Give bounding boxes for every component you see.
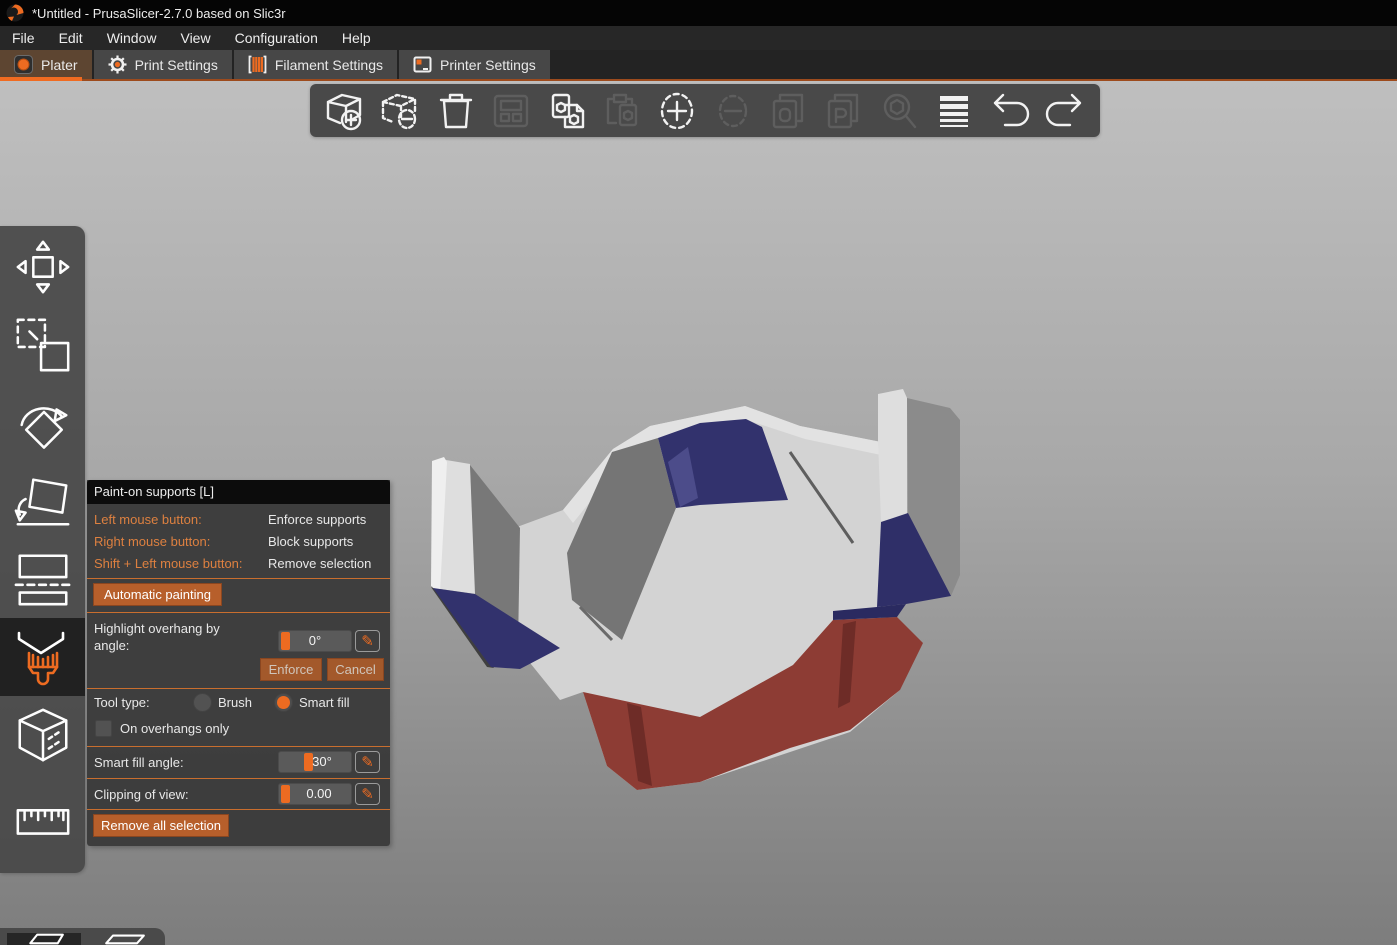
shortcut-left-mouse-action: Enforce supports bbox=[268, 512, 367, 527]
menu-view[interactable]: View bbox=[168, 26, 222, 50]
menu-window[interactable]: Window bbox=[95, 26, 169, 50]
scale-tool-button[interactable] bbox=[0, 306, 85, 384]
3d-viewport[interactable]: Paint-on supports [L] Left mouse button:… bbox=[0, 81, 1397, 945]
copy-button[interactable] bbox=[542, 87, 592, 135]
clipping-of-view-slider[interactable]: 0.00 bbox=[278, 783, 352, 805]
brush-radio[interactable] bbox=[193, 693, 212, 712]
prusaslicer-window: *Untitled - PrusaSlicer-2.7.0 based on S… bbox=[0, 0, 1397, 945]
tab-filament-settings[interactable]: Filament Settings bbox=[233, 50, 398, 79]
menu-bar: File Edit Window View Configuration Help bbox=[0, 26, 1397, 50]
highlight-overhang-slider[interactable]: 0° bbox=[278, 630, 352, 652]
menu-configuration[interactable]: Configuration bbox=[223, 26, 330, 50]
place-on-face-tool-button[interactable] bbox=[0, 462, 85, 540]
prusaslicer-logo-icon bbox=[6, 4, 24, 22]
shortcut-right-mouse-action: Block supports bbox=[268, 534, 354, 549]
separator bbox=[87, 578, 390, 579]
smart-fill-angle-label: Smart fill angle: bbox=[94, 755, 184, 770]
cancel-button[interactable]: Cancel bbox=[327, 658, 384, 681]
clipping-edit-button[interactable]: ✎ bbox=[355, 783, 380, 805]
3d-editor-view-button[interactable] bbox=[7, 933, 81, 945]
remove-instance-button[interactable] bbox=[708, 87, 758, 135]
window-title: *Untitled - PrusaSlicer-2.7.0 based on S… bbox=[32, 5, 286, 21]
separator bbox=[87, 612, 390, 613]
object-toolbar bbox=[310, 84, 1100, 137]
separator bbox=[87, 746, 390, 747]
tab-filament-settings-label: Filament Settings bbox=[274, 56, 384, 73]
highlight-edit-button[interactable]: ✎ bbox=[355, 630, 380, 652]
plater-icon bbox=[14, 55, 33, 74]
printer-settings-icon bbox=[413, 56, 432, 73]
preview-button[interactable] bbox=[88, 933, 162, 945]
tab-plater[interactable]: Plater bbox=[0, 50, 92, 79]
gizmo-toolbar bbox=[0, 226, 85, 873]
panel-title: Paint-on supports [L] bbox=[87, 480, 390, 504]
menu-help[interactable]: Help bbox=[330, 26, 383, 50]
menu-edit[interactable]: Edit bbox=[47, 26, 95, 50]
settings-tab-bar: Plater Print Settings Filament Settings … bbox=[0, 50, 1397, 79]
clipping-of-view-label: Clipping of view: bbox=[94, 787, 189, 802]
filament-settings-icon bbox=[248, 55, 267, 74]
highlight-overhang-value: 0° bbox=[308, 633, 322, 648]
brush-radio-label: Brush bbox=[218, 695, 252, 710]
tabbar-accent-line bbox=[0, 79, 1397, 81]
clipping-of-view-value: 0.00 bbox=[306, 786, 332, 801]
redo-button[interactable] bbox=[1040, 87, 1090, 135]
move-tool-button[interactable] bbox=[0, 228, 85, 306]
view-mode-toolbar bbox=[0, 928, 165, 945]
preview-icon bbox=[105, 934, 145, 945]
tab-plater-label: Plater bbox=[41, 56, 78, 73]
rotate-tool-button[interactable] bbox=[0, 384, 85, 462]
split-to-parts-button[interactable] bbox=[818, 87, 868, 135]
pencil-icon: ✎ bbox=[361, 754, 374, 771]
cut-tool-button[interactable] bbox=[0, 540, 85, 618]
separator bbox=[87, 688, 390, 689]
tab-print-settings-label: Print Settings bbox=[134, 56, 218, 73]
shortcut-shift-left-mouse-action: Remove selection bbox=[268, 556, 372, 571]
on-overhangs-only-label: On overhangs only bbox=[120, 721, 230, 736]
on-overhangs-only-checkbox[interactable] bbox=[95, 720, 112, 737]
automatic-painting-button[interactable]: Automatic painting bbox=[93, 583, 222, 606]
smart-fill-angle-value: 30° bbox=[312, 754, 332, 769]
pencil-icon: ✎ bbox=[361, 786, 374, 803]
smart-fill-angle-edit-button[interactable]: ✎ bbox=[355, 751, 380, 773]
menu-file[interactable]: File bbox=[0, 26, 47, 50]
add-instance-button[interactable] bbox=[652, 87, 702, 135]
separator bbox=[87, 809, 390, 810]
remove-all-selection-button[interactable]: Remove all selection bbox=[93, 814, 229, 837]
shortcut-shift-left-mouse-label: Shift + Left mouse button: bbox=[94, 556, 243, 571]
paste-button[interactable] bbox=[597, 87, 647, 135]
active-tab-underline bbox=[0, 77, 82, 81]
paint-on-supports-tool-button[interactable] bbox=[0, 618, 85, 696]
tab-print-settings[interactable]: Print Settings bbox=[93, 50, 232, 79]
tab-printer-settings[interactable]: Printer Settings bbox=[399, 50, 550, 79]
search-button[interactable] bbox=[874, 87, 924, 135]
model-3d[interactable] bbox=[415, 375, 980, 790]
highlight-overhang-label: Highlight overhang by angle: bbox=[94, 621, 220, 653]
delete-all-button[interactable] bbox=[431, 87, 481, 135]
tab-printer-settings-label: Printer Settings bbox=[440, 56, 536, 73]
print-settings-gear-icon bbox=[108, 55, 127, 74]
split-to-objects-button[interactable] bbox=[763, 87, 813, 135]
enforce-button[interactable]: Enforce bbox=[260, 658, 322, 681]
delete-model-button[interactable] bbox=[375, 87, 425, 135]
smart-fill-angle-slider[interactable]: 30° bbox=[278, 751, 352, 773]
undo-button[interactable] bbox=[985, 87, 1035, 135]
seam-painting-tool-button[interactable] bbox=[0, 696, 85, 774]
title-bar: *Untitled - PrusaSlicer-2.7.0 based on S… bbox=[0, 0, 1397, 26]
shortcut-left-mouse-label: Left mouse button: bbox=[94, 512, 202, 527]
paint-on-supports-panel: Paint-on supports [L] Left mouse button:… bbox=[87, 480, 390, 846]
tool-type-label: Tool type: bbox=[94, 695, 150, 710]
separator bbox=[87, 778, 390, 779]
pencil-icon: ✎ bbox=[361, 633, 374, 650]
measure-tool-button[interactable] bbox=[0, 781, 85, 859]
add-model-button[interactable] bbox=[320, 87, 370, 135]
3d-editor-view-icon bbox=[29, 933, 64, 945]
smart-fill-radio-label: Smart fill bbox=[299, 695, 350, 710]
shortcut-right-mouse-label: Right mouse button: bbox=[94, 534, 211, 549]
smart-fill-radio[interactable] bbox=[274, 693, 293, 712]
variable-layer-height-button[interactable] bbox=[929, 87, 979, 135]
arrange-button[interactable] bbox=[486, 87, 536, 135]
